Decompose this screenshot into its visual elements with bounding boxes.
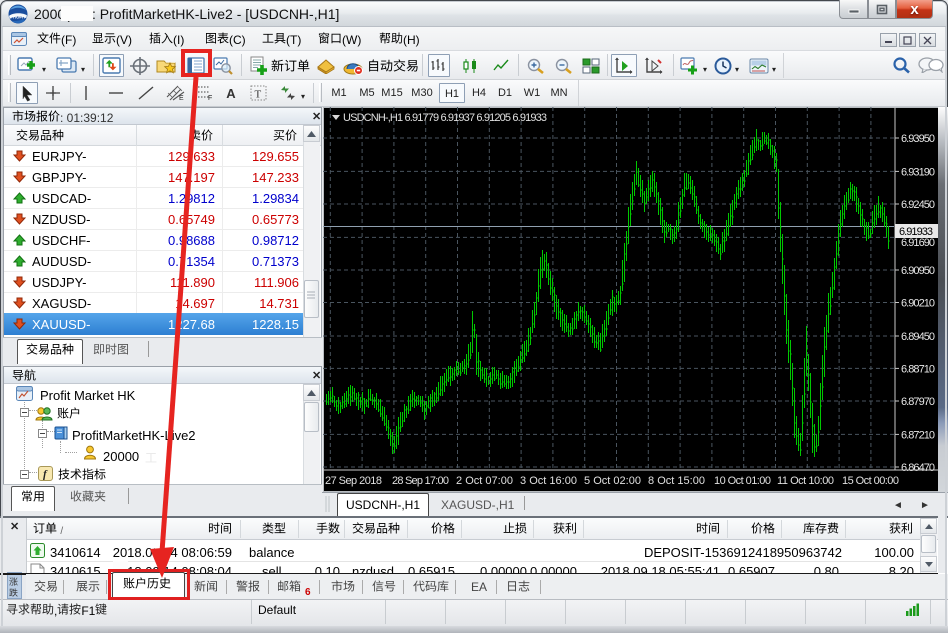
svg-text:6.86470: 6.86470 (901, 462, 935, 474)
svg-text:6.88710: 6.88710 (901, 363, 935, 375)
svg-text:6.92450: 6.92450 (901, 199, 935, 211)
svg-text:T: T (254, 89, 261, 101)
svg-text:3 Oct 16:00: 3 Oct 16:00 (520, 475, 577, 487)
svg-text:E: E (179, 95, 184, 101)
svg-text:6.90210: 6.90210 (901, 298, 935, 310)
svg-text:27 Sep 2018: 27 Sep 2018 (325, 475, 382, 487)
svg-text:6.93950: 6.93950 (901, 133, 935, 145)
svg-text:28 Sep 17:00: 28 Sep 17:00 (392, 475, 449, 487)
svg-text:PROFIT: PROFIT (10, 15, 26, 20)
svg-text:6.87210: 6.87210 (901, 429, 935, 441)
svg-text:11 Oct 10:00: 11 Oct 10:00 (777, 475, 834, 487)
svg-text:15 Oct 00:00: 15 Oct 00:00 (842, 475, 899, 487)
svg-text:2 Oct 07:00: 2 Oct 07:00 (456, 475, 513, 487)
svg-text:6.93190: 6.93190 (901, 166, 935, 178)
svg-text:5 Oct 02:00: 5 Oct 02:00 (584, 475, 641, 487)
svg-text:6.91690: 6.91690 (901, 237, 935, 249)
svg-text:F: F (208, 95, 212, 101)
svg-text:10 Oct 01:00: 10 Oct 01:00 (714, 475, 771, 487)
svg-text:6.89450: 6.89450 (901, 331, 935, 343)
svg-text:USDCNH-,H1 6.91779 6.91937 6.: USDCNH-,H1 6.91779 6.91937 6.91205 6.919… (343, 112, 547, 124)
svg-text:8 Oct 15:00: 8 Oct 15:00 (648, 475, 705, 487)
svg-text:6.87970: 6.87970 (901, 396, 935, 408)
svg-text:6.90950: 6.90950 (901, 265, 935, 277)
